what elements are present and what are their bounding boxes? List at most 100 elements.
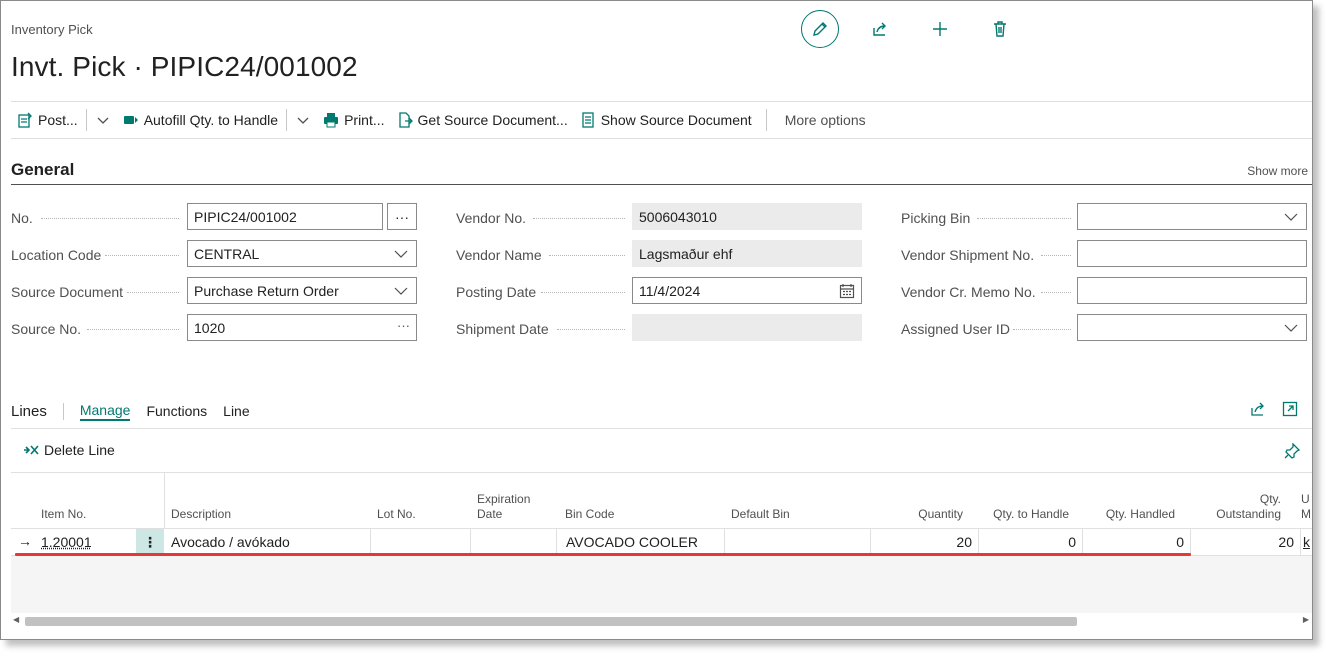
no-assist-button[interactable]: ··· [387, 203, 417, 230]
col-lot-no[interactable]: Lot No. [377, 507, 416, 522]
col-qty-to-handle[interactable]: Qty. to Handle [979, 507, 1069, 522]
location-code-label: Location Code [11, 246, 102, 263]
autofill-label: Autofill Qty. to Handle [143, 112, 279, 128]
table-row[interactable]: → 1.20001 ⋮ Avocado / avókado AVOCADO CO… [11, 528, 1312, 556]
current-row-arrow-icon: → [18, 533, 32, 549]
cell-partial[interactable]: k [1303, 529, 1312, 555]
picking-bin-select[interactable] [1077, 203, 1307, 230]
col-expiration-date[interactable]: Expiration Date [477, 492, 530, 522]
cell-bin-code[interactable]: AVOCADO COOLER [557, 529, 725, 555]
post-icon [18, 112, 32, 128]
chevron-down-icon [97, 117, 109, 124]
source-no-assist-button[interactable]: ··· [397, 318, 410, 333]
vendor-shipment-no-label: Vendor Shipment No. [901, 246, 1035, 263]
show-more-link[interactable]: Show more [1247, 164, 1308, 178]
plus-icon [933, 22, 947, 36]
more-options-action[interactable]: More options [769, 102, 872, 138]
assigned-user-id-select[interactable] [1077, 314, 1307, 341]
share-icon[interactable] [1250, 401, 1266, 417]
tab-manage[interactable]: Manage [79, 402, 131, 421]
vendor-no-label: Vendor No. [456, 209, 527, 226]
new-button[interactable] [921, 10, 959, 48]
scrollbar-thumb[interactable] [25, 617, 1077, 626]
tab-line[interactable]: Line [223, 403, 249, 419]
cell-quantity[interactable]: 20 [871, 529, 979, 555]
source-document-select[interactable]: Purchase Return Order [187, 277, 417, 304]
share-icon [873, 22, 886, 36]
more-options-label: More options [784, 112, 866, 128]
cell-qty-to-handle[interactable]: 0 [979, 529, 1083, 555]
scroll-right-icon[interactable]: ▶ [1303, 615, 1309, 624]
delete-line-action[interactable]: Delete Line [23, 442, 115, 458]
posting-date-input[interactable]: 11/4/2024 [632, 277, 862, 304]
delete-button[interactable] [981, 10, 1019, 48]
col-qty-outstanding[interactable]: Qty. Outstanding [1191, 492, 1281, 522]
location-code-select[interactable]: CENTRAL [187, 240, 417, 267]
share-button[interactable] [861, 10, 899, 48]
leader-dots [87, 329, 179, 330]
col-default-bin[interactable]: Default Bin [731, 507, 790, 522]
post-dropdown[interactable] [89, 102, 117, 138]
calendar-icon[interactable] [839, 283, 855, 299]
trash-icon [994, 21, 1006, 37]
source-no-input[interactable]: 1020 ··· [187, 314, 417, 341]
col-bin-code[interactable]: Bin Code [565, 507, 614, 522]
col-expiration-date-line1: Expiration [477, 492, 531, 506]
autofill-dropdown[interactable] [289, 102, 317, 138]
cell-lot-no[interactable] [371, 529, 471, 555]
col-item-no[interactable]: Item No. [41, 507, 86, 522]
separator [765, 109, 767, 131]
action-bar: Post... Autofill Qty. to Handle Print...… [11, 101, 1312, 139]
vendor-shipment-no-input[interactable] [1077, 240, 1307, 267]
chevron-down-icon [394, 287, 408, 295]
col-quantity[interactable]: Quantity [871, 507, 963, 522]
pin-icon[interactable] [1284, 443, 1300, 459]
no-input[interactable]: PIPIC24/001002 [187, 203, 383, 230]
autofill-action[interactable]: Autofill Qty. to Handle [117, 102, 284, 138]
grid-header-row: Item No. Description Lot No. Expiration … [11, 473, 1312, 528]
cell-default-bin[interactable] [725, 529, 871, 555]
leader-dots [533, 218, 625, 219]
expand-icon[interactable] [1282, 401, 1298, 417]
cell-description[interactable]: Avocado / avókado [164, 529, 371, 555]
source-no-value: 1020 [194, 319, 226, 336]
pencil-icon [813, 22, 827, 36]
leader-dots [549, 255, 625, 256]
col-qty-handled[interactable]: Qty. Handled [1083, 507, 1175, 522]
header-actions [801, 9, 1041, 49]
delete-line-label: Delete Line [44, 442, 115, 458]
field-vendor-shipment-no: Vendor Shipment No. [901, 241, 1034, 268]
general-section-title: General [11, 160, 75, 179]
chevron-down-icon [1284, 213, 1298, 221]
print-action[interactable]: Print... [317, 102, 390, 138]
col-partial[interactable]: U M [1301, 492, 1311, 522]
leader-dots [1041, 255, 1071, 256]
vendor-cr-memo-no-label: Vendor Cr. Memo No. [901, 283, 1036, 300]
item-no-link[interactable]: 1.20001 [41, 534, 92, 550]
separator [286, 109, 288, 131]
field-vendor-name: Vendor Name [456, 241, 542, 268]
scroll-left-icon[interactable]: ◀ [13, 615, 19, 624]
get-source-document-action[interactable]: Get Source Document... [391, 102, 574, 138]
chevron-down-icon [394, 250, 408, 258]
cell-qty-handled[interactable]: 0 [1083, 529, 1191, 555]
edit-button[interactable] [801, 10, 839, 48]
col-partial-line2: M [1301, 507, 1311, 521]
cell-expiration-date[interactable] [471, 529, 557, 555]
row-actions-menu[interactable]: ⋮ [136, 529, 164, 555]
chevron-down-icon [297, 117, 309, 124]
delete-line-icon [24, 445, 39, 455]
source-document-label: Source Document [11, 283, 124, 300]
col-description[interactable]: Description [171, 507, 231, 522]
cell-qty-outstanding[interactable]: 20 [1191, 529, 1301, 555]
show-source-document-action[interactable]: Show Source Document [574, 102, 758, 138]
field-shipment-date: Shipment Date [456, 315, 549, 342]
horizontal-scrollbar[interactable]: ◀ ▶ [11, 615, 1312, 629]
post-action[interactable]: Post... [11, 102, 84, 138]
vendor-cr-memo-no-input[interactable] [1077, 277, 1307, 304]
tab-functions[interactable]: Functions [146, 403, 207, 419]
assigned-user-id-label: Assigned User ID [901, 320, 1010, 337]
source-no-label: Source No. [11, 320, 82, 337]
column-divider [164, 473, 165, 528]
lines-title[interactable]: Lines [11, 402, 64, 420]
